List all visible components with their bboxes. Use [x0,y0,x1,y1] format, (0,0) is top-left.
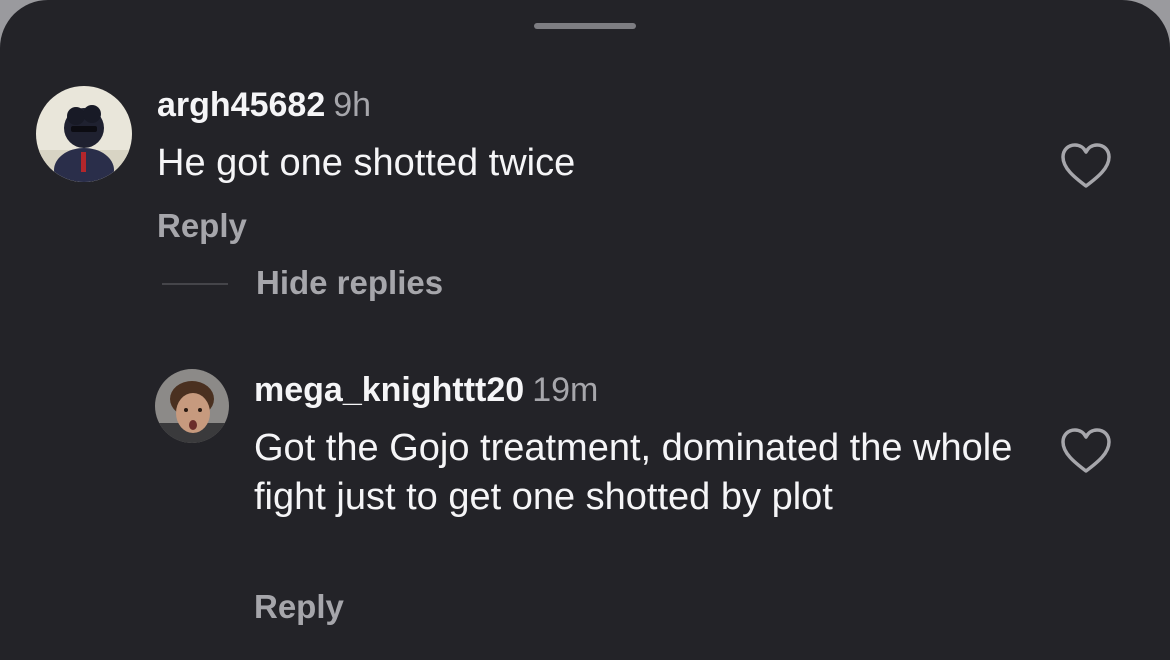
comments-sheet: argh45682 9h He got one shotted twice Rep… [0,0,1170,660]
comment-text: Got the Gojo treatment, dominated the wh… [254,427,1013,518]
heart-icon[interactable] [1060,142,1112,190]
timestamp: 9h [333,86,372,124]
comment-author[interactable]: argh45682 9h [157,85,371,125]
heart-icon[interactable] [1060,427,1112,475]
avatar[interactable] [36,86,132,182]
reply-button[interactable]: Reply [157,206,247,246]
timestamp: 19m [532,371,599,409]
username[interactable]: mega_knighttt20 [254,371,524,409]
reply-button[interactable]: Reply [254,587,344,627]
comment-text: He got one shotted twice [157,142,576,184]
comment-author[interactable]: mega_knighttt20 19m [254,370,598,410]
thread-divider [162,283,228,285]
username[interactable]: argh45682 [157,86,325,124]
avatar[interactable] [155,369,229,443]
hide-replies-button[interactable]: Hide replies [256,263,443,303]
sheet-grabber-handle[interactable] [534,23,636,29]
